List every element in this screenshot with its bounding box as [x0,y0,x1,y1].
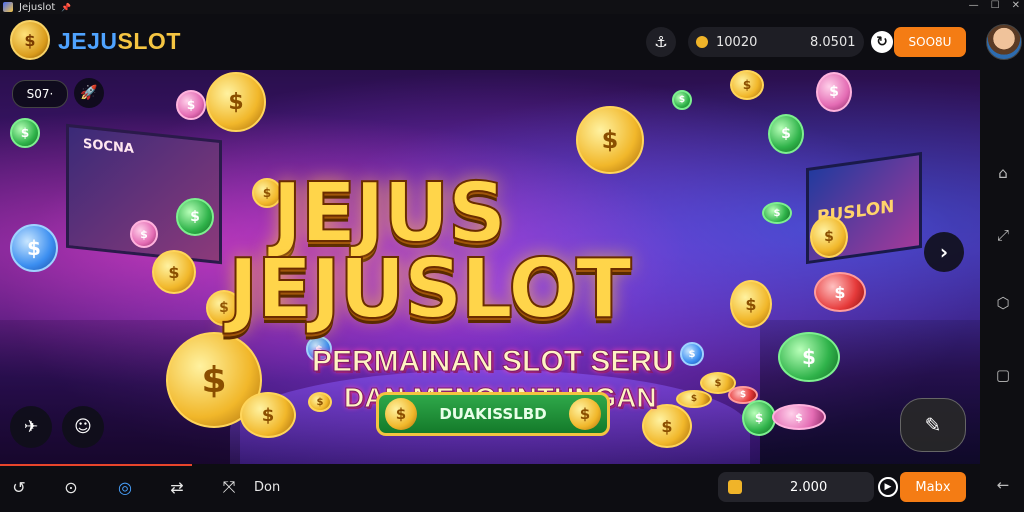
gold-coin: $ [810,216,848,258]
app-icon [3,2,13,12]
balance-secondary: 8.0501 [810,34,856,50]
blue-coin: $ [680,342,704,366]
balance-primary: 10020 [716,34,758,50]
deposit-button[interactable]: SOO8U [894,27,966,57]
emoji-tool-icon[interactable]: ☺ [62,406,104,448]
pin-icon[interactable]: 📌 [61,3,71,12]
progress-bar [0,464,192,466]
undo-icon[interactable]: ↺ [8,476,30,498]
gold-coin: $ [730,280,772,328]
bottom-balance-value: 2.000 [790,479,828,495]
red-coin: $ [814,272,866,312]
cta-coin-left-icon: $ [385,398,417,430]
next-slide-icon[interactable]: › [924,232,964,272]
green-coin: $ [672,90,692,110]
minimize-button[interactable]: — [969,0,979,11]
gold-coin: $ [206,72,266,132]
subtitle-line-1: PERMAINAN SLOT SERU [312,345,675,379]
target-icon[interactable]: ◎ [114,476,136,498]
bottom-balance: 2.000 [718,472,874,502]
gold-coin: $ [152,250,196,294]
cta-coin-right-icon: $ [569,398,601,430]
window-title: Jejuslot [19,1,56,13]
gold-coin: $ [240,392,296,438]
logo-part-1: JEJU [58,28,118,54]
green-coin: $ [778,332,840,382]
user-avatar[interactable] [986,24,1022,60]
maximize-button[interactable]: ☐ [991,0,1000,11]
edit-fab-icon[interactable]: ✎ [900,398,966,452]
left-screen-label: SOCNA [83,136,134,157]
hero-title-line-2: JEJUSLOT [227,241,633,338]
bottom-label[interactable]: Don [254,480,280,495]
gold-coin: $ [730,70,764,100]
pink-coin: $ [130,220,158,248]
home-icon[interactable]: ⌂ [994,164,1012,182]
swap-icon[interactable]: ⇄ [166,476,188,498]
logo-part-2: SLOT [117,28,181,54]
gold-coin: $ [676,390,712,408]
plane-tool-icon[interactable]: ✈ [10,406,52,448]
timer-icon[interactable]: ⊙ [60,476,82,498]
pink-coin: $ [772,404,826,430]
left-badge-icon[interactable]: $ [10,224,58,272]
rocket-icon[interactable]: 🚀 [74,78,104,108]
green-coin: $ [742,400,776,436]
square-icon[interactable]: ▢ [994,366,1012,384]
pink-coin: $ [816,72,852,112]
pink-coin: $ [176,90,206,120]
close-button[interactable]: ✕ [1012,0,1020,11]
back-arrow-icon[interactable]: ← [994,476,1012,494]
green-coin: $ [176,198,214,236]
account-icon[interactable]: ⚓ [646,27,676,57]
expand-icon[interactable]: ⤢ [994,226,1012,244]
hexagon-icon[interactable]: ⬡ [994,294,1012,312]
play-now-button[interactable]: $ DUAKISSLBD $ [376,392,610,436]
bottom-action-button[interactable]: Mabx [900,472,966,502]
side-navigation: ⌂ ⤢ ⬡ ▢ ← [980,14,1024,512]
play-icon[interactable]: ▶ [878,477,898,497]
gold-coin: $ [576,106,644,174]
shuffle-icon[interactable]: ⤧ [218,476,240,498]
green-coin: $ [762,202,792,224]
refresh-icon[interactable]: ↻ [871,31,893,53]
window-titlebar: Jejuslot 📌 — ☐ ✕ [0,0,1024,14]
cta-label: DUAKISSLBD [439,405,547,423]
gold-coin: $ [308,392,332,412]
wallet-icon [728,480,742,494]
coin-icon [696,36,708,48]
logo-coin-icon[interactable]: $ [10,20,50,60]
game-chip[interactable]: S07· [12,80,68,108]
balance-display: 10020 8.0501 [688,27,864,57]
green-coin: $ [10,118,40,148]
brand-logo[interactable]: JEJUSLOT [58,28,181,55]
green-coin: $ [768,114,804,154]
